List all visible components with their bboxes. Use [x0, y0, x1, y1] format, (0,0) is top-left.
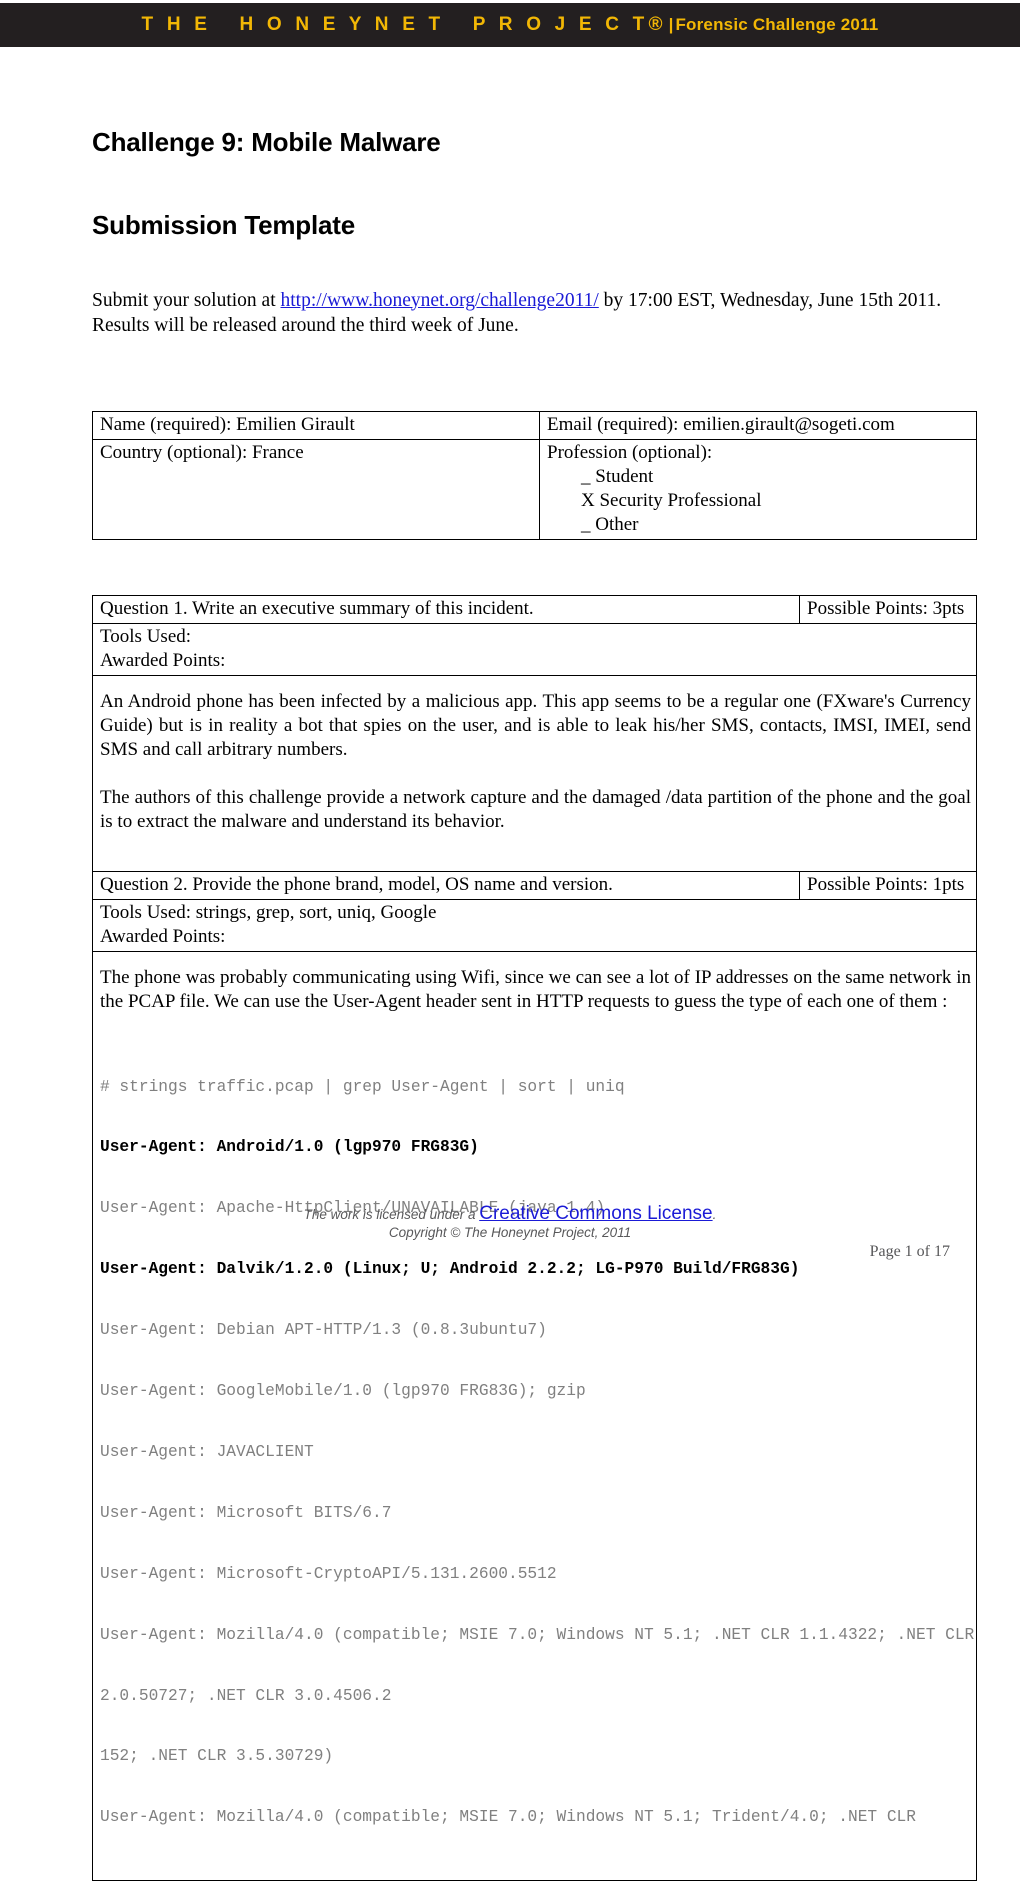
table-row-question-2-meta: Tools Used: strings, grep, sort, uniq, G… [92, 899, 977, 952]
profession-label: Profession (optional): [547, 442, 713, 463]
question-1-heading: Question 1. Write an executive summary o… [92, 595, 800, 624]
country-value: France [251, 442, 304, 463]
banner-title: T H E H O N E Y N E T P R O J E C T® [141, 14, 667, 35]
banner-subtitle: Forensic Challenge 2011 [675, 15, 879, 34]
cell-name: Name (required): Emilien Girault [92, 411, 540, 440]
page-title-challenge: Challenge 9: Mobile Malware [92, 127, 441, 157]
submitter-identity-table: Name (required): Emilien Girault Email (… [92, 411, 977, 540]
tools-used-label: Tools Used: [100, 902, 192, 923]
challenge-submission-link[interactable]: http://www.honeynet.org/challenge2011/ [281, 290, 599, 311]
table-row-question-1-answer: An Android phone has been infected by a … [92, 675, 977, 881]
console-line: 152; .NET CLR 3.5.30729) [100, 1747, 334, 1766]
question-2-table: Question 2. Provide the phone brand, mod… [92, 871, 977, 1881]
profession-option-student[interactable]: _ Student [581, 465, 971, 489]
awarded-points-label: Awarded Points: [100, 650, 226, 671]
table-row-country-profession: Country (optional): France Profession (o… [92, 439, 977, 540]
question-2-answer-cell[interactable]: The phone was probably communicating usi… [92, 950, 977, 1881]
page-title-document-type: Submission Template [92, 210, 355, 240]
license-suffix: . [712, 1207, 717, 1222]
name-value: Emilien Girault [236, 414, 355, 435]
email-value: emilien.girault@sogeti.com [683, 414, 895, 435]
creative-commons-license-link[interactable]: Creative Commons License [479, 1203, 712, 1224]
profession-option-list: _ Student X Security Professional _ Othe… [547, 465, 971, 537]
license-prefix: The work is licensed under a [303, 1207, 480, 1222]
question-2-meta-cell: Tools Used: strings, grep, sort, uniq, G… [92, 899, 977, 952]
console-line: User-Agent: Debian APT-HTTP/1.3 (0.8.3ub… [100, 1321, 547, 1340]
question-2-tools-used: Tools Used: strings, grep, sort, uniq, G… [100, 901, 971, 925]
question-1-possible-points: Possible Points: 3pts [799, 595, 977, 624]
question-1-table: Question 1. Write an executive summary o… [92, 595, 977, 881]
page-number: Page 1 of 17 [869, 1243, 950, 1260]
table-row-question-2-heading: Question 2. Provide the phone brand, mod… [92, 871, 977, 900]
console-line: User-Agent: Dalvik/1.2.0 (Linux; U; Andr… [100, 1260, 800, 1279]
console-line: User-Agent: Microsoft-CryptoAPI/5.131.26… [100, 1564, 557, 1583]
cell-country: Country (optional): France [92, 439, 540, 540]
question-2-console-output: # strings traffic.pcap | grep User-Agent… [100, 1036, 975, 1868]
table-row-question-2-answer: The phone was probably communicating usi… [92, 950, 977, 1881]
page-banner: T H E H O N E Y N E T P R O J E C T® | F… [0, 3, 1020, 47]
tools-used-label: Tools Used: [100, 626, 192, 647]
banner-separator: | [668, 15, 674, 34]
table-row-name-email: Name (required): Emilien Girault Email (… [92, 411, 977, 440]
banner-content: T H E H O N E Y N E T P R O J E C T® | F… [142, 14, 879, 36]
question-2-answer-paragraph: The phone was probably communicating usi… [100, 967, 971, 1012]
name-label: Name (required): [100, 414, 232, 435]
console-line: 2.0.50727; .NET CLR 3.0.4506.2 [100, 1686, 392, 1705]
footer-license-line: The work is licensed under a Creative Co… [0, 1203, 1020, 1224]
cell-profession: Profession (optional): _ Student X Secur… [539, 439, 977, 540]
question-1-answer-paragraph: An Android phone has been infected by a … [100, 691, 971, 760]
footer-copyright: Copyright © The Honeynet Project, 2011 [388, 1225, 632, 1240]
question-2-awarded-points: Awarded Points: [100, 925, 971, 949]
profession-option-other[interactable]: _ Other [581, 513, 971, 537]
table-row-question-1-meta: Tools Used: Awarded Points: [92, 623, 977, 676]
question-1-awarded-points: Awarded Points: [100, 649, 971, 673]
console-line: # strings traffic.pcap | grep User-Agent… [100, 1077, 625, 1096]
question-1-answer-cell[interactable]: An Android phone has been infected by a … [92, 675, 977, 881]
email-label: Email (required): [547, 414, 679, 435]
tools-used-value: strings, grep, sort, uniq, Google [191, 902, 437, 923]
profession-option-security-professional[interactable]: X Security Professional [581, 489, 971, 513]
awarded-points-label: Awarded Points: [100, 926, 226, 947]
console-line: User-Agent: Android/1.0 (lgp970 FRG83G) [100, 1138, 479, 1157]
console-line: User-Agent: Mozilla/4.0 (compatible; MSI… [100, 1625, 975, 1644]
question-1-meta-cell: Tools Used: Awarded Points: [92, 623, 977, 676]
table-row-question-1-heading: Question 1. Write an executive summary o… [92, 595, 977, 624]
console-line: User-Agent: Microsoft BITS/6.7 [100, 1503, 392, 1522]
page-footer: The work is licensed under a Creative Co… [0, 1203, 1020, 1242]
submission-instructions: Submit your solution at http://www.honey… [92, 288, 954, 338]
console-line: User-Agent: Mozilla/4.0 (compatible; MSI… [100, 1808, 916, 1827]
cell-email: Email (required): emilien.girault@sogeti… [539, 411, 977, 440]
intro-text-before-link: Submit your solution at [92, 289, 281, 311]
question-2-possible-points: Possible Points: 1pts [799, 871, 977, 900]
question-2-heading: Question 2. Provide the phone brand, mod… [92, 871, 800, 900]
question-1-tools-used: Tools Used: [100, 625, 971, 649]
console-line: User-Agent: JAVACLIENT [100, 1442, 314, 1461]
country-label: Country (optional): [100, 442, 248, 463]
console-line: User-Agent: GoogleMobile/1.0 (lgp970 FRG… [100, 1382, 586, 1401]
question-1-answer-paragraph: The authors of this challenge provide a … [100, 787, 971, 832]
